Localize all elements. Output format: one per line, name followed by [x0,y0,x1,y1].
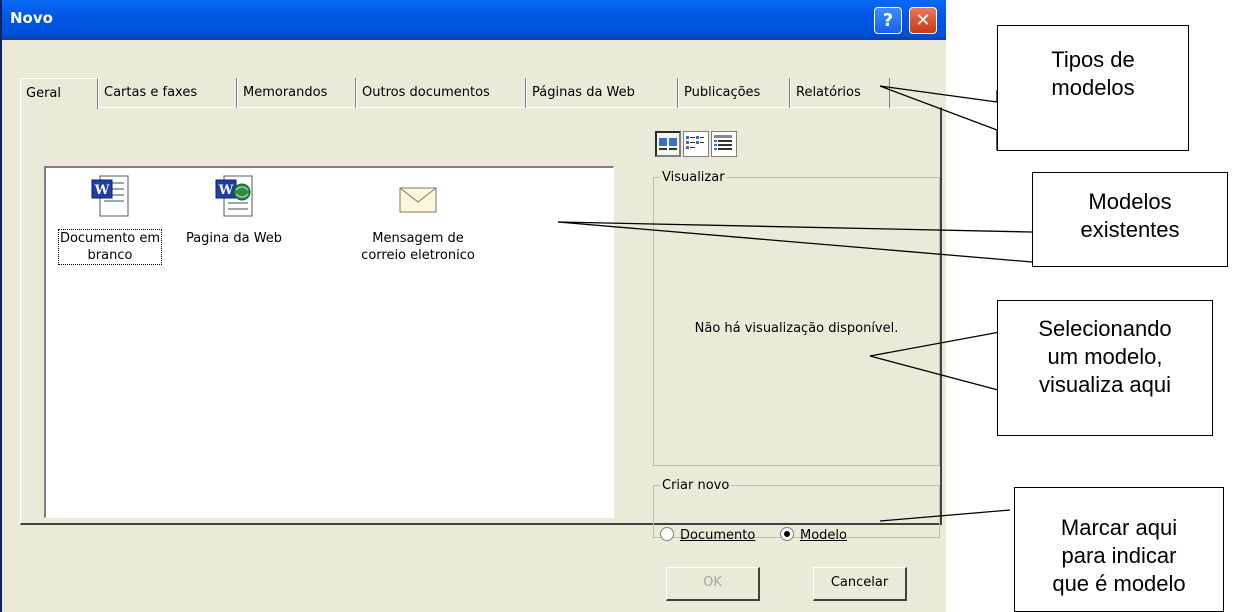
callout-tipos-de-modelos: Tipos de modelos [997,25,1189,151]
callout-modelos-existentes: Modelos existentes [1032,172,1228,267]
callout-marcar-aqui: Marcar aqui para indicar que é modelo [1014,487,1224,612]
callout-selecionando-visualiza: Selecionando um modelo, visualiza aqui [997,300,1213,436]
